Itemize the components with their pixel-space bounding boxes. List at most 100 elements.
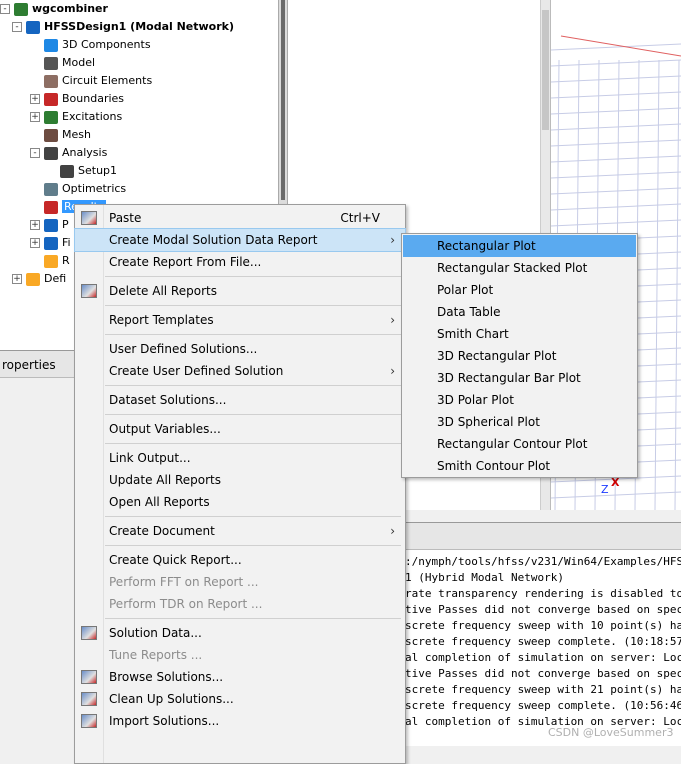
submenu-item-label: 3D Polar Plot bbox=[437, 393, 514, 407]
tree-item-boundaries[interactable]: + Boundaries bbox=[30, 90, 124, 108]
analysis-icon bbox=[44, 146, 58, 160]
tree-item-optimetrics[interactable]: Optimetrics bbox=[30, 180, 126, 198]
menu-item-report-templates[interactable]: Report Templates › bbox=[75, 309, 405, 331]
menu-item-create-quick-report[interactable]: Create Quick Report... bbox=[75, 549, 405, 571]
tree-item-label: HFSSDesign1 (Modal Network) bbox=[44, 20, 235, 33]
watermark: CSDN @LoveSummer3 bbox=[548, 726, 674, 739]
tree-item-label: Analysis bbox=[62, 146, 108, 159]
submenu-item-rectangular-stacked-plot[interactable]: Rectangular Stacked Plot bbox=[403, 257, 636, 279]
menu-item-open-all-reports[interactable]: Open All Reports bbox=[75, 491, 405, 513]
tree-item-hfssdesign1-modal-network[interactable]: - HFSSDesign1 (Modal Network) bbox=[12, 18, 234, 36]
tree-item-label: Defi bbox=[44, 272, 67, 285]
menu-item-dataset-solutions[interactable]: Dataset Solutions... bbox=[75, 389, 405, 411]
submenu-item-data-table[interactable]: Data Table bbox=[403, 301, 636, 323]
tree-expander-icon[interactable]: + bbox=[30, 220, 40, 230]
menu-item-delete-all-reports[interactable]: Delete All Reports bbox=[75, 280, 405, 302]
definitions-folder-icon bbox=[26, 272, 40, 286]
mesh-icon bbox=[44, 128, 58, 142]
menu-item-label: Import Solutions... bbox=[109, 714, 220, 728]
tree-item-circuit-elements[interactable]: Circuit Elements bbox=[30, 72, 152, 90]
tree-expander-icon[interactable]: + bbox=[30, 238, 40, 248]
tree-item-excitations[interactable]: + Excitations bbox=[30, 108, 122, 126]
tree-expander-icon[interactable]: + bbox=[30, 112, 40, 122]
submenu-item-3d-rectangular-bar-plot[interactable]: 3D Rectangular Bar Plot bbox=[403, 367, 636, 389]
submenu-item-label: Smith Contour Plot bbox=[437, 459, 551, 473]
tree-scrollbar-thumb[interactable] bbox=[281, 0, 285, 200]
tree-item-label: Model bbox=[62, 56, 96, 69]
tree-item-setup1[interactable]: Setup1 bbox=[46, 162, 117, 180]
menu-item-label: Create User Defined Solution bbox=[109, 364, 284, 378]
history-scrollbar-thumb[interactable] bbox=[542, 10, 549, 130]
tree-item-wgcombiner[interactable]: - wgcombiner bbox=[0, 0, 108, 18]
tree-item-label: Fi bbox=[62, 236, 71, 249]
menu-item-clean-up-solutions[interactable]: Clean Up Solutions... bbox=[75, 688, 405, 710]
tree-item-model[interactable]: Model bbox=[30, 54, 95, 72]
submenu-item-3d-spherical-plot[interactable]: 3D Spherical Plot bbox=[403, 411, 636, 433]
submenu-item-smith-chart[interactable]: Smith Chart bbox=[403, 323, 636, 345]
tree-expander-icon[interactable]: - bbox=[30, 148, 40, 158]
submenu-item-smith-contour-plot[interactable]: Smith Contour Plot bbox=[403, 455, 636, 477]
tree-item-label: Excitations bbox=[62, 110, 123, 123]
tree-expander-icon[interactable]: + bbox=[30, 94, 40, 104]
tree-item-mesh[interactable]: Mesh bbox=[30, 126, 91, 144]
menu-item-create-modal-solution-data-report[interactable]: Create Modal Solution Data Report › bbox=[74, 228, 406, 252]
menu-item-solution-data[interactable]: Solution Data... bbox=[75, 622, 405, 644]
message-line: screte frequency sweep complete. (10:18:… bbox=[405, 635, 681, 648]
message-line: screte frequency sweep with 10 point(s) … bbox=[405, 619, 681, 632]
menu-item-label: Link Output... bbox=[109, 451, 191, 465]
menu-item-update-all-reports[interactable]: Update All Reports bbox=[75, 469, 405, 491]
menu-item-create-user-defined-solution[interactable]: Create User Defined Solution › bbox=[75, 360, 405, 382]
solution-data-icon bbox=[81, 626, 97, 640]
tree-item-3d-components[interactable]: 3D Components bbox=[30, 36, 151, 54]
menu-item-create-report-from-file[interactable]: Create Report From File... bbox=[75, 251, 405, 273]
menu-item-label: Browse Solutions... bbox=[109, 670, 224, 684]
submenu-item-rectangular-contour-plot[interactable]: Rectangular Contour Plot bbox=[403, 433, 636, 455]
tree-item-label: R bbox=[62, 254, 70, 267]
menu-item-create-document[interactable]: Create Document › bbox=[75, 520, 405, 542]
boundaries-icon bbox=[44, 92, 58, 106]
properties-title: roperties bbox=[2, 358, 56, 372]
results-icon bbox=[44, 200, 58, 214]
submenu-item-3d-rectangular-plot[interactable]: 3D Rectangular Plot bbox=[403, 345, 636, 367]
submenu-item-label: Data Table bbox=[437, 305, 501, 319]
menu-item-label: Create Report From File... bbox=[109, 255, 262, 269]
submenu-item-rectangular-plot[interactable]: Rectangular Plot bbox=[403, 235, 636, 257]
tree-item-r[interactable]: R bbox=[30, 252, 70, 270]
menu-item-user-defined-solutions[interactable]: User Defined Solutions... bbox=[75, 338, 405, 360]
tree-item-label: Optimetrics bbox=[62, 182, 127, 195]
report-type-submenu[interactable]: Rectangular Plot Rectangular Stacked Plot… bbox=[401, 233, 638, 478]
tree-item-label: P bbox=[62, 218, 69, 231]
setup-icon bbox=[60, 164, 74, 178]
submenu-item-polar-plot[interactable]: Polar Plot bbox=[403, 279, 636, 301]
tree-expander-icon[interactable]: - bbox=[12, 22, 22, 32]
submenu-arrow-icon: › bbox=[390, 313, 395, 327]
menu-item-output-variables[interactable]: Output Variables... bbox=[75, 418, 405, 440]
project-icon bbox=[14, 2, 28, 16]
menu-item-paste[interactable]: Paste Ctrl+V bbox=[75, 207, 405, 229]
model-edge-line bbox=[560, 35, 681, 57]
tree-item-label: 3D Components bbox=[62, 38, 151, 51]
menu-item-label: Update All Reports bbox=[109, 473, 221, 487]
menu-item-tune-reports[interactable]: Tune Reports ... bbox=[75, 644, 405, 666]
submenu-item-3d-polar-plot[interactable]: 3D Polar Plot bbox=[403, 389, 636, 411]
menu-item-perform-tdr-on-report[interactable]: Perform TDR on Report ... bbox=[75, 593, 405, 615]
tree-expander-icon[interactable]: - bbox=[0, 4, 10, 14]
tree-item-analysis[interactable]: - Analysis bbox=[30, 144, 107, 162]
context-menu[interactable]: Paste Ctrl+V Create Modal Solution Data Re… bbox=[74, 204, 406, 764]
submenu-item-label: Rectangular Stacked Plot bbox=[437, 261, 588, 275]
tree-expander-icon[interactable]: + bbox=[12, 274, 22, 284]
menu-item-perform-fft-on-report[interactable]: Perform FFT on Report ... bbox=[75, 571, 405, 593]
grid-line bbox=[674, 59, 680, 510]
tree-item-defi[interactable]: + Defi bbox=[12, 270, 66, 288]
menu-separator bbox=[105, 618, 401, 619]
optimetrics-icon bbox=[44, 182, 58, 196]
menu-item-label: Clean Up Solutions... bbox=[109, 692, 234, 706]
menu-item-browse-solutions[interactable]: Browse Solutions... bbox=[75, 666, 405, 688]
menu-item-link-output[interactable]: Link Output... bbox=[75, 447, 405, 469]
menu-item-import-solutions[interactable]: Import Solutions... bbox=[75, 710, 405, 732]
tree-item-label: Boundaries bbox=[62, 92, 125, 105]
tree-item-fi[interactable]: + Fi bbox=[30, 234, 71, 252]
circuit-icon bbox=[44, 74, 58, 88]
tree-item-p[interactable]: + P bbox=[30, 216, 69, 234]
grid-line bbox=[551, 123, 681, 131]
